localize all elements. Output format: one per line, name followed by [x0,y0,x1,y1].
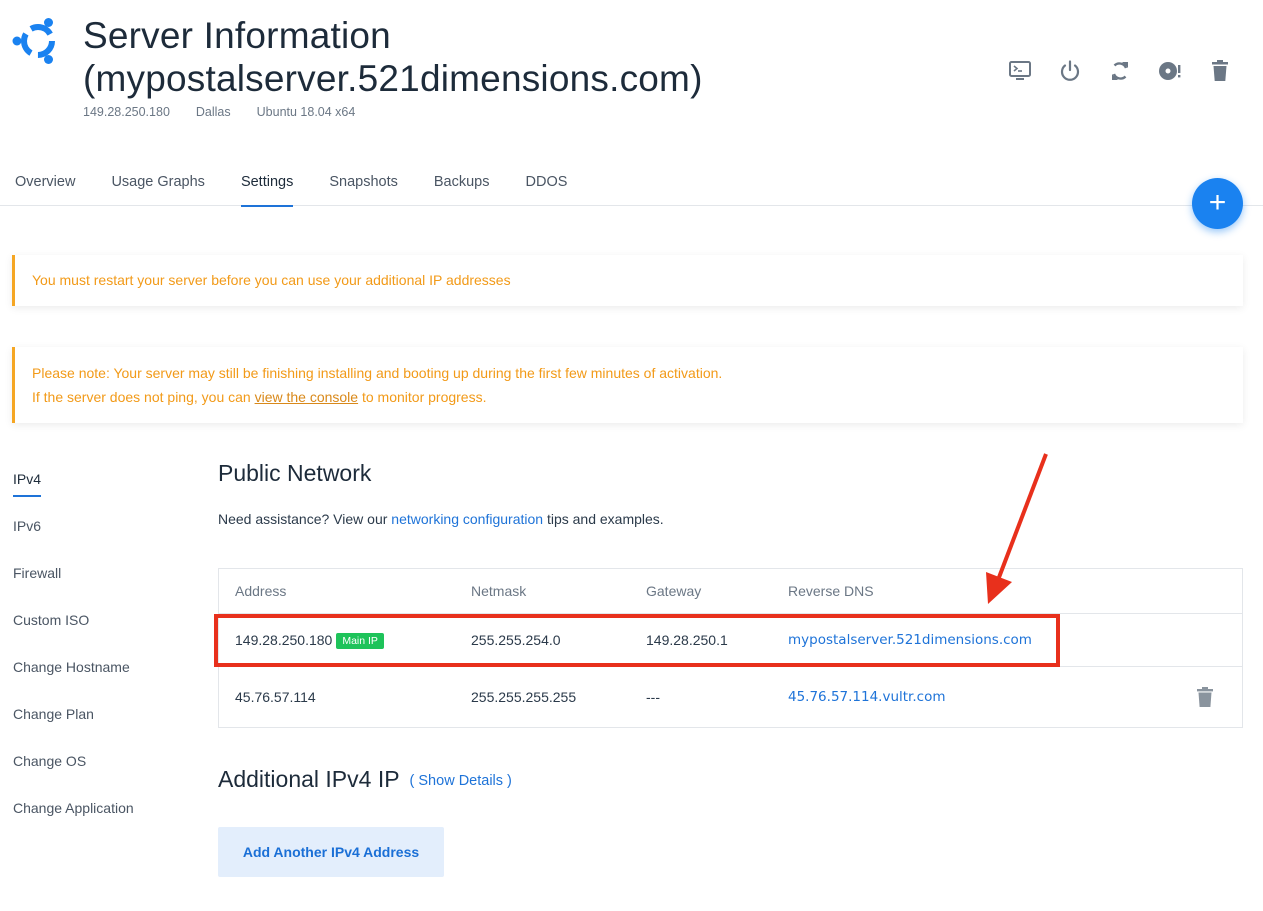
trash-icon [1212,60,1228,81]
sidenav-item-change-hostname[interactable]: Change Hostname [13,655,134,702]
sidenav-label: IPv4 [13,467,42,497]
networking-configuration-link[interactable]: networking configuration [391,511,543,527]
ip-address: 149.28.250.180 [235,631,333,648]
assistance-text: Need assistance? View our networking con… [218,511,1243,527]
netmask-cell: 255.255.255.255 [471,689,577,705]
sidenav-item-firewall[interactable]: Firewall [13,561,134,608]
server-ip: 149.28.250.180 [83,105,170,119]
column-header-address: Address [235,583,287,599]
reinstall-button[interactable] [1157,58,1183,84]
ip-address-cell: 45.76.57.114 [235,689,316,705]
power-icon [1060,60,1080,81]
sidenav-item-custom-iso[interactable]: Custom ISO [13,608,134,655]
console-icon [1009,61,1031,80]
reinstall-icon [1159,62,1181,80]
page-title: Server Information (mypostalserver.521di… [83,14,703,100]
server-os: Ubuntu 18.04 x64 [256,105,356,119]
add-fab-button[interactable]: + [1192,178,1243,229]
restart-alert: You must restart your server before you … [12,255,1243,306]
show-details-link[interactable]: ( Show Details ) [410,773,512,789]
view-console-link[interactable]: view the console [255,389,359,405]
note-line1: Please note: Your server may still be fi… [32,365,723,381]
ip-table: Address Netmask Gateway Reverse DNS 149.… [218,568,1243,728]
public-network-section: Public Network Need assistance? View our… [218,460,1243,728]
activation-note-alert: Please note: Your server may still be fi… [12,347,1243,423]
additional-ipv4-title: Additional IPv4 IP ( Show Details ) [218,766,512,793]
note-line2-post: to monitor progress. [358,389,487,405]
tab-usage-graphs[interactable]: Usage Graphs [96,162,220,205]
section-title: Public Network [218,460,372,486]
restart-button[interactable] [1107,58,1133,84]
note-line2-pre: If the server does not ping, you can [32,389,255,405]
console-button[interactable] [1007,58,1033,84]
tab-overview[interactable]: Overview [0,162,90,205]
server-location: Dallas [195,105,231,119]
assist-post: tips and examples. [543,511,664,527]
add-ipv4-address-button[interactable]: Add Another IPv4 Address [218,827,444,877]
sidenav-item-ipv4[interactable]: IPv4 [13,467,134,514]
main-ip-badge: Main IP [336,632,384,649]
assist-pre: Need assistance? View our [218,511,392,527]
delete-ip-trash-icon[interactable] [1196,687,1214,707]
tab-ddos[interactable]: DDOS [511,162,583,205]
column-header-gateway: Gateway [646,583,702,599]
note-line2: If the server does not ping, you can vie… [32,385,1243,409]
ip-address-cell: 149.28.250.180 Main IP [235,632,384,649]
sidenav-item-change-application[interactable]: Change Application [13,796,134,843]
sidenav-item-change-os[interactable]: Change OS [13,749,134,796]
tab-bar: Overview Usage Graphs Settings Snapshots… [0,162,1263,207]
tab-settings[interactable]: Settings [226,162,308,207]
sidenav-item-change-plan[interactable]: Change Plan [13,702,134,749]
column-header-reverse-dns: Reverse DNS [788,583,874,599]
table-header: Address Netmask Gateway Reverse DNS [219,569,1242,614]
reverse-dns-link[interactable]: 45.76.57.114.vultr.com [788,689,946,705]
column-header-netmask: Netmask [471,583,527,599]
sidenav-item-ipv6[interactable]: IPv6 [13,514,134,561]
gateway-cell: 149.28.250.1 [646,632,728,648]
table-row: 149.28.250.180 Main IP 255.255.254.0 149.… [219,614,1242,667]
settings-sidenav: IPv4 IPv6 Firewall Custom ISO Change Hos… [13,467,134,843]
server-actions [1007,58,1233,84]
gateway-cell: --- [646,689,660,705]
tab-snapshots[interactable]: Snapshots [314,162,413,205]
reverse-dns-link[interactable]: mypostalserver.521dimensions.com [788,632,1032,648]
page-title-line1: Server Information [83,15,391,56]
tab-backups[interactable]: Backups [419,162,505,205]
ubuntu-logo-icon [12,18,55,64]
restart-icon [1112,62,1128,80]
table-row: 45.76.57.114 255.255.255.255 --- 45.76.5… [219,667,1242,727]
server-meta: 149.28.250.180 Dallas Ubuntu 18.04 x64 [83,105,355,119]
page-title-hostname: (mypostalserver.521dimensions.com) [83,58,703,99]
power-button[interactable] [1057,58,1083,84]
destroy-button[interactable] [1207,58,1233,84]
additional-ipv4-label: Additional IPv4 IP [218,766,400,792]
netmask-cell: 255.255.254.0 [471,632,561,648]
